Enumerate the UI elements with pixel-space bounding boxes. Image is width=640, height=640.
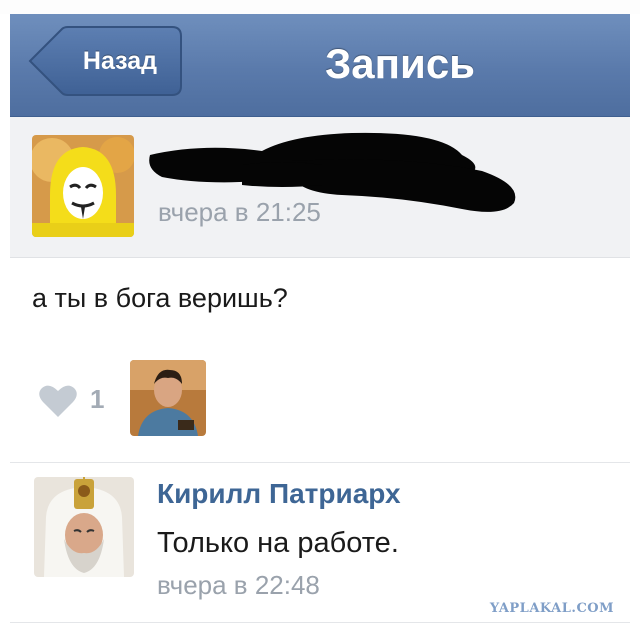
screenshot-margin bbox=[0, 0, 640, 14]
masked-person-avatar-icon bbox=[32, 135, 134, 237]
heart-icon[interactable] bbox=[38, 383, 78, 419]
post-text: а ты в бога веришь? bbox=[32, 283, 288, 313]
divider bbox=[10, 622, 630, 623]
back-button-label: Назад bbox=[82, 47, 158, 75]
liker-avatar[interactable] bbox=[130, 360, 206, 436]
liker-person-icon bbox=[130, 360, 206, 436]
comment-text: Только на работе. bbox=[157, 527, 399, 559]
post-header: вчера в 21:25 bbox=[10, 117, 630, 258]
divider bbox=[10, 462, 630, 463]
navigation-bar: Назад Запись bbox=[10, 14, 630, 117]
watermark: YAPLAKAL.COM bbox=[489, 601, 614, 616]
post-timestamp: вчера в 21:25 bbox=[158, 197, 321, 227]
comment-author-name[interactable]: Кирилл Патриарх bbox=[157, 478, 401, 510]
page-title: Запись bbox=[324, 40, 476, 87]
patriarch-avatar-icon bbox=[34, 477, 134, 577]
comment-timestamp: вчера в 22:48 bbox=[157, 570, 320, 600]
comment-author-avatar[interactable] bbox=[34, 477, 134, 577]
like-count: 1 bbox=[90, 384, 105, 414]
back-button[interactable]: Назад bbox=[26, 26, 182, 96]
author-avatar[interactable] bbox=[32, 135, 134, 237]
